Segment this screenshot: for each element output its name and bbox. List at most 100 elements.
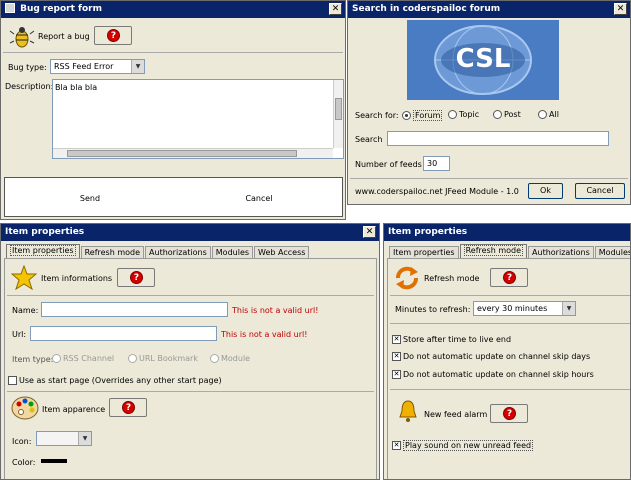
radio-post-label: Post [504, 110, 521, 119]
url-input[interactable] [30, 326, 217, 341]
help-icon: ? [130, 271, 143, 284]
chevron-down-icon[interactable]: ▼ [78, 432, 91, 445]
checkbox-box[interactable]: ✕ [392, 370, 401, 379]
tab-panel: Item informations ? Name: This is not a … [4, 258, 377, 479]
radio-topic[interactable]: Topic [448, 110, 479, 119]
divider [350, 178, 628, 179]
feeds-label: Number of feeds [355, 160, 422, 169]
name-input[interactable] [41, 302, 228, 317]
palette-icon [11, 396, 39, 420]
ok-button[interactable]: Ok [528, 183, 563, 199]
radio-dot[interactable] [493, 110, 502, 119]
divider [3, 52, 343, 53]
skip-days-checkbox[interactable]: ✕ Do not automatic update on channel ski… [392, 352, 590, 361]
bug-type-label: Bug type: [8, 63, 47, 72]
radio-dot[interactable] [402, 111, 411, 120]
scrollbar-thumb[interactable] [335, 98, 342, 120]
star-icon [11, 265, 37, 290]
radio-dot[interactable] [538, 110, 547, 119]
search-input[interactable] [387, 131, 609, 146]
description-textarea[interactable]: Bla bla bla [52, 79, 344, 159]
bug-icon [9, 27, 35, 48]
logo-text: CSL [455, 44, 511, 74]
refresh-window-titlebar[interactable]: Item properties [384, 224, 630, 241]
help-icon: ? [503, 407, 516, 420]
color-label: Color: [12, 458, 36, 467]
color-swatch[interactable] [41, 459, 67, 463]
close-button[interactable]: ✕ [329, 3, 342, 15]
checkbox-box[interactable]: ✕ [392, 352, 401, 361]
radio-all-label: All [549, 110, 559, 119]
radio-topic-label: Topic [459, 110, 480, 119]
skip-hours-checkbox[interactable]: ✕ Do not automatic update on channel ski… [392, 370, 594, 379]
radio-dot[interactable] [52, 354, 61, 363]
radio-rss-channel[interactable]: RSS Channel [52, 354, 114, 363]
help-icon: ? [107, 29, 120, 42]
radio-dot[interactable] [210, 354, 219, 363]
alarm-label: New feed alarm [424, 410, 488, 419]
checkbox-box[interactable] [8, 376, 17, 385]
cancel-button[interactable]: Cancel [575, 183, 625, 199]
radio-forum[interactable]: Forum [402, 110, 443, 121]
radio-url-bookmark[interactable]: URL Bookmark [128, 354, 198, 363]
bug-window-titlebar[interactable]: Bug report form [1, 1, 345, 18]
tab-strip: Item properties Refresh mode Authorizati… [6, 243, 310, 259]
refresh-icon [396, 266, 418, 290]
description-text: Bla bla bla [55, 83, 98, 92]
store-checkbox[interactable]: ✕ Store after time to live end [392, 335, 511, 344]
description-label: Description: [5, 82, 54, 91]
url-error: This is not a valid url! [221, 330, 308, 339]
tab-strip: Item properties Refresh mode Authorizati… [389, 243, 630, 259]
cancel-button[interactable]: Cancel [234, 194, 284, 203]
checkbox-box[interactable]: ✕ [392, 441, 401, 450]
start-page-checkbox[interactable]: Use as start page (Overrides any other s… [8, 376, 222, 385]
chevron-down-icon[interactable]: ▼ [562, 302, 575, 315]
bug-type-value: RSS Feed Error [54, 62, 114, 71]
close-button[interactable]: ✕ [363, 226, 376, 238]
send-button[interactable]: Send [65, 194, 115, 203]
refresh-mode-label: Refresh mode [424, 274, 480, 283]
search-window-titlebar[interactable]: Search in coderspailoc forum [348, 1, 630, 18]
close-button[interactable]: ✕ [614, 3, 627, 15]
radio-module[interactable]: Module [210, 354, 250, 363]
appearance-label: Item apparence [42, 405, 106, 414]
icon-select[interactable]: ▼ [36, 431, 92, 446]
checkbox-box[interactable]: ✕ [392, 335, 401, 344]
radio-dot[interactable] [448, 110, 457, 119]
horizontal-scrollbar[interactable] [53, 148, 333, 158]
minutes-label: Minutes to refresh: [395, 305, 471, 314]
item-properties-window: Item properties ✕ Item properties Refres… [0, 223, 380, 480]
bug-button-panel: Send Cancel [4, 177, 343, 217]
tab-item-properties[interactable]: Item properties [6, 244, 80, 259]
divider [390, 295, 630, 296]
search-window: Search in coderspailoc forum ✕ CSL Searc… [347, 0, 631, 205]
radio-post[interactable]: Post [493, 110, 521, 119]
tab-refresh-mode[interactable]: Refresh mode [459, 244, 528, 259]
bug-header-label: Report a bug [38, 32, 90, 41]
bell-icon [399, 400, 417, 422]
item-info-label: Item informations [41, 274, 113, 283]
bug-type-select[interactable]: RSS Feed Error ▼ [50, 59, 145, 74]
radio-dot[interactable] [128, 354, 137, 363]
refresh-properties-window: Item properties Item properties Refresh … [383, 223, 631, 480]
help-button[interactable]: ? [94, 26, 132, 45]
help-button[interactable]: ? [490, 268, 528, 287]
help-button[interactable]: ? [117, 268, 155, 287]
play-sound-checkbox[interactable]: ✕ Play sound on new unread feed [392, 440, 534, 451]
help-button[interactable]: ? [490, 404, 528, 423]
divider [7, 391, 374, 392]
radio-forum-label: Forum [413, 110, 443, 121]
help-icon: ? [122, 401, 135, 414]
url-label: Url: [12, 330, 27, 339]
item-window-titlebar[interactable]: Item properties [1, 224, 379, 241]
minutes-select[interactable]: every 30 minutes ▼ [473, 301, 576, 316]
radio-all[interactable]: All [538, 110, 559, 119]
vertical-scrollbar[interactable] [333, 80, 343, 148]
item-window-title: Item properties [5, 227, 85, 237]
footer-text: www.coderspailoc.net JFeed Module - 1.0 [355, 187, 519, 196]
help-button[interactable]: ? [109, 398, 147, 417]
feeds-input[interactable]: 30 [423, 156, 450, 171]
chevron-down-icon[interactable]: ▼ [131, 60, 144, 73]
scrollbar-thumb[interactable] [67, 150, 297, 157]
window-icon [5, 3, 15, 13]
